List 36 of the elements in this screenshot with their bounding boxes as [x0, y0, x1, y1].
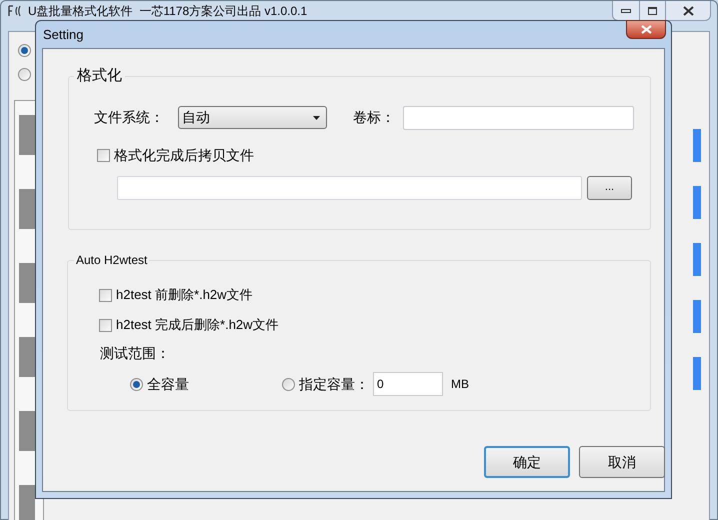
close-button[interactable] [626, 20, 666, 39]
group-title: Auto H2wtest [75, 252, 148, 269]
progress-marker [693, 243, 701, 276]
window-title: U盘批量格式化软件 一芯1178方案公司出品 v1.0.0.1 [28, 4, 308, 18]
field-label: 卷标： [353, 108, 396, 127]
radio-label: 指定容量： [299, 374, 369, 394]
field-label: 文件系统： [94, 108, 165, 127]
browse-button[interactable]: ... [587, 176, 632, 200]
volume-label-field[interactable] [403, 106, 634, 130]
radio-label: 全容量 [147, 374, 189, 394]
dialog-button[interactable]: 确定 [484, 446, 570, 478]
checkbox-label: h2test 前删除*.h2w文件 [116, 286, 253, 304]
checkbox-label: 格式化完成后拷贝文件 [114, 146, 254, 164]
radio-button[interactable] [130, 378, 143, 390]
unit-label: MB [451, 376, 469, 393]
capacity-field[interactable]: 0 [373, 372, 443, 396]
progress-marker [693, 300, 701, 333]
range-label: 测试范围： [100, 344, 171, 363]
radio-button[interactable] [282, 378, 295, 390]
progress-marker [693, 357, 701, 390]
progress-marker [693, 186, 701, 219]
progress-marker [693, 129, 701, 162]
radio-button[interactable] [18, 68, 31, 81]
dialog-title: Setting [43, 26, 84, 44]
copy-path-field[interactable] [117, 176, 582, 200]
checkbox[interactable] [99, 318, 112, 332]
checkbox-label: h2test 完成后删除*.h2w文件 [116, 316, 279, 334]
dialog-button[interactable]: 取消 [579, 446, 665, 478]
close-icon [682, 6, 694, 16]
close-icon [640, 25, 652, 34]
group-title: 格式化 [76, 66, 123, 86]
file-system-dropdown[interactable]: 自动 [178, 106, 327, 129]
checkbox[interactable] [97, 148, 110, 162]
checkbox[interactable] [99, 288, 112, 302]
caret-icon [313, 116, 320, 120]
radio-button[interactable] [18, 44, 31, 57]
